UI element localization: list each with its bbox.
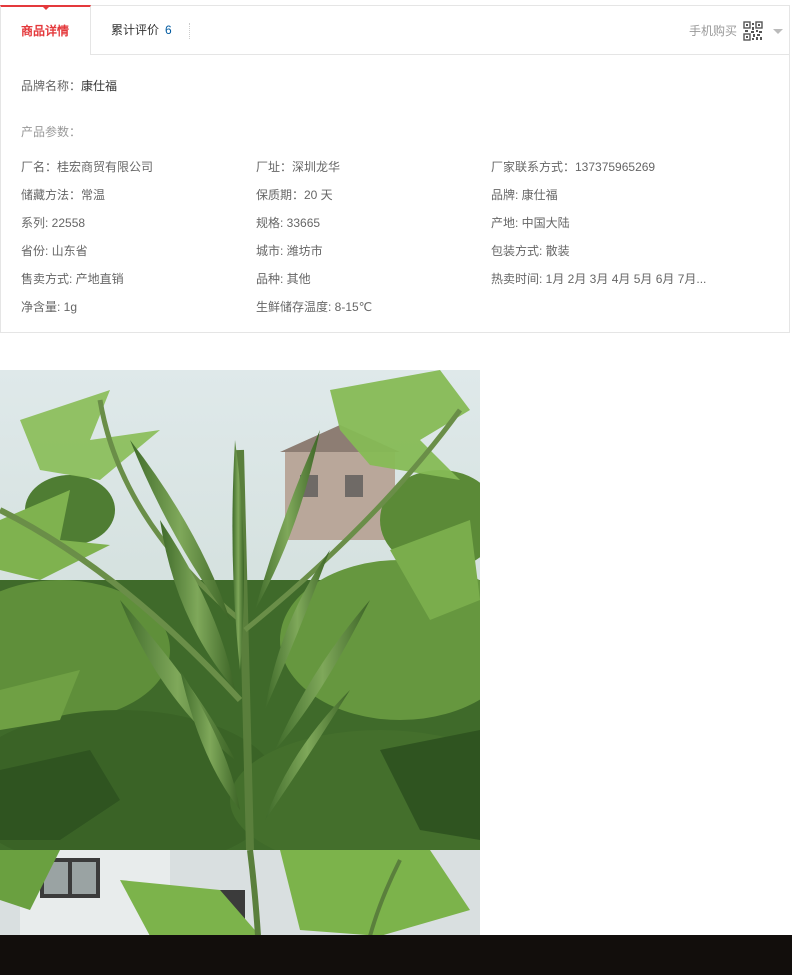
brand-name-row: 品牌名称：康仕福 xyxy=(21,77,117,94)
param-item: 省份: 山东省 xyxy=(21,244,88,258)
bottom-bar xyxy=(0,935,792,975)
param-item: 厂址：深圳龙华 xyxy=(256,160,341,174)
active-tab-indicator xyxy=(41,5,51,10)
param-item: 净含量: 1g xyxy=(21,300,78,314)
mobile-buy-button[interactable]: 手机购买 xyxy=(689,6,783,56)
param-item: 产地: 中国大陆 xyxy=(491,216,570,230)
param-item: 系列: 22558 xyxy=(21,216,86,230)
param-item[interactable]: 热卖时间: 1月 2月 3月 4月 5月 6月 7月... xyxy=(491,270,706,287)
param-item: 品牌: 康仕福 xyxy=(491,188,558,202)
product-params-panel: 品牌名称：康仕福 产品参数： 厂名：桂宏商贸有限公司 厂址：深圳龙华 厂家联系方… xyxy=(0,55,790,333)
param-item: 厂名：桂宏商贸有限公司 xyxy=(21,160,154,174)
reviews-count: 6 xyxy=(165,23,172,37)
param-item: 生鲜储存温度: 8-15℃ xyxy=(256,300,373,314)
tab-product-details[interactable]: 商品详情 xyxy=(0,5,91,56)
brand-name-label: 品牌名称： xyxy=(21,79,82,93)
detail-tab-bar: 商品详情 累计评价 6 手机购买 xyxy=(0,5,790,56)
param-item: 售卖方式: 产地直销 xyxy=(21,272,124,286)
param-item: 保质期：20 天 xyxy=(256,188,333,202)
param-item: 储藏方法：常温 xyxy=(21,188,106,202)
qr-code-icon xyxy=(743,21,763,41)
param-item: 规格: 33665 xyxy=(256,216,321,230)
brand-name-value: 康仕福 xyxy=(81,79,118,93)
tab-product-details-label: 商品详情 xyxy=(21,24,70,38)
chevron-down-icon[interactable] xyxy=(773,28,783,34)
tab-divider xyxy=(189,23,190,39)
mobile-buy-label: 手机购买 xyxy=(688,24,737,38)
param-item: 品种: 其他 xyxy=(256,272,311,286)
tab-reviews-label: 累计评价 xyxy=(111,23,160,37)
tab-reviews[interactable]: 累计评价 6 xyxy=(91,5,192,55)
param-item: 包装方式: 散装 xyxy=(491,244,570,258)
param-item: 城市: 潍坊市 xyxy=(256,244,323,258)
params-title: 产品参数： xyxy=(21,125,82,139)
param-item: 厂家联系方式：137375965269 xyxy=(491,160,656,174)
product-photo-okra-plant xyxy=(0,370,480,850)
product-photo-okra-plant-2 xyxy=(0,850,480,936)
